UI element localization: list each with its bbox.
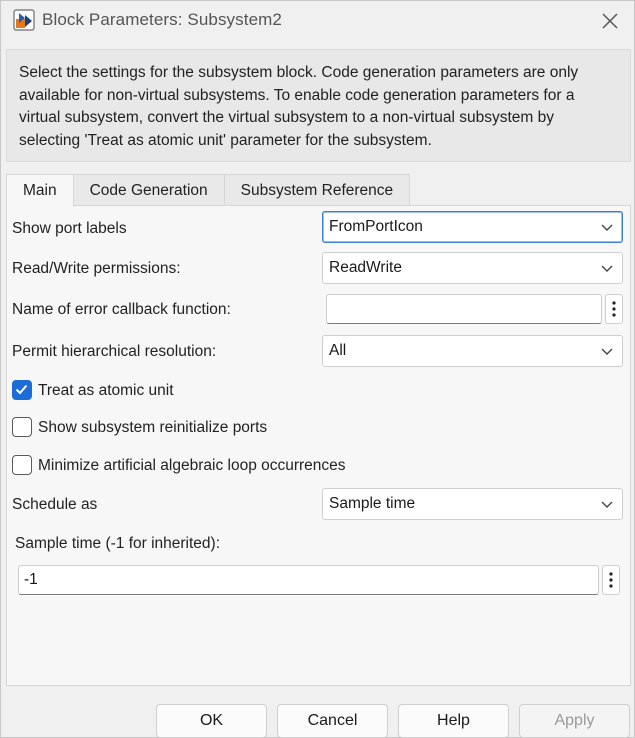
show-port-labels-label: Show port labels — [12, 220, 127, 237]
ok-button[interactable]: OK — [156, 704, 267, 738]
help-button[interactable]: Help — [398, 704, 509, 738]
sample-time-label: Sample time (-1 for inherited): — [15, 535, 221, 552]
dialog-window: Block Parameters: Subsystem2 Select the … — [0, 0, 635, 738]
chevron-down-icon — [601, 265, 613, 272]
minimize-loops-label: Minimize artificial algebraic loop occur… — [38, 457, 346, 474]
hierarchical-resolution-value: All — [329, 342, 347, 359]
treat-atomic-label: Treat as atomic unit — [38, 382, 174, 399]
title-bar: Block Parameters: Subsystem2 — [1, 1, 634, 41]
schedule-as-label: Schedule as — [12, 496, 98, 513]
hierarchical-resolution-label: Permit hierarchical resolution: — [12, 343, 217, 360]
checkmark-icon — [15, 384, 28, 395]
show-reinit-ports-label: Show subsystem reinitialize ports — [38, 419, 268, 436]
chevron-down-icon — [601, 224, 613, 231]
tab-subsystem-reference[interactable]: Subsystem Reference — [223, 174, 411, 206]
rw-permissions-dropdown[interactable]: ReadWrite — [322, 252, 623, 284]
treat-atomic-checkbox[interactable] — [12, 380, 32, 400]
simulink-block-icon — [13, 9, 35, 31]
main-panel: Show port labels FromPortIcon Read/Write… — [6, 205, 631, 686]
hierarchical-resolution-dropdown[interactable]: All — [322, 335, 623, 367]
vertical-ellipsis-icon[interactable] — [605, 294, 623, 324]
description-text: Select the settings for the subsystem bl… — [6, 49, 631, 162]
tab-main[interactable]: Main — [6, 174, 74, 207]
schedule-as-value: Sample time — [329, 495, 416, 512]
error-callback-input[interactable] — [326, 294, 602, 324]
cancel-button[interactable]: Cancel — [277, 704, 388, 738]
minimize-loops-checkbox[interactable] — [12, 455, 32, 475]
chevron-down-icon — [601, 501, 613, 508]
rw-permissions-value: ReadWrite — [329, 259, 402, 276]
tab-bar: Main Code Generation Subsystem Reference — [6, 174, 411, 207]
rw-permissions-label: Read/Write permissions: — [12, 260, 181, 277]
tab-code-generation[interactable]: Code Generation — [72, 174, 225, 206]
apply-button[interactable]: Apply — [519, 704, 630, 738]
chevron-down-icon — [601, 348, 613, 355]
close-icon[interactable] — [595, 7, 625, 35]
show-port-labels-dropdown[interactable]: FromPortIcon — [322, 211, 623, 243]
show-port-labels-value: FromPortIcon — [329, 218, 423, 235]
window-title: Block Parameters: Subsystem2 — [42, 10, 282, 29]
show-reinit-ports-checkbox[interactable] — [12, 417, 32, 437]
sample-time-input[interactable]: -1 — [18, 565, 599, 595]
vertical-ellipsis-icon[interactable] — [602, 565, 620, 595]
schedule-as-dropdown[interactable]: Sample time — [322, 488, 623, 520]
error-callback-label: Name of error callback function: — [12, 301, 231, 318]
